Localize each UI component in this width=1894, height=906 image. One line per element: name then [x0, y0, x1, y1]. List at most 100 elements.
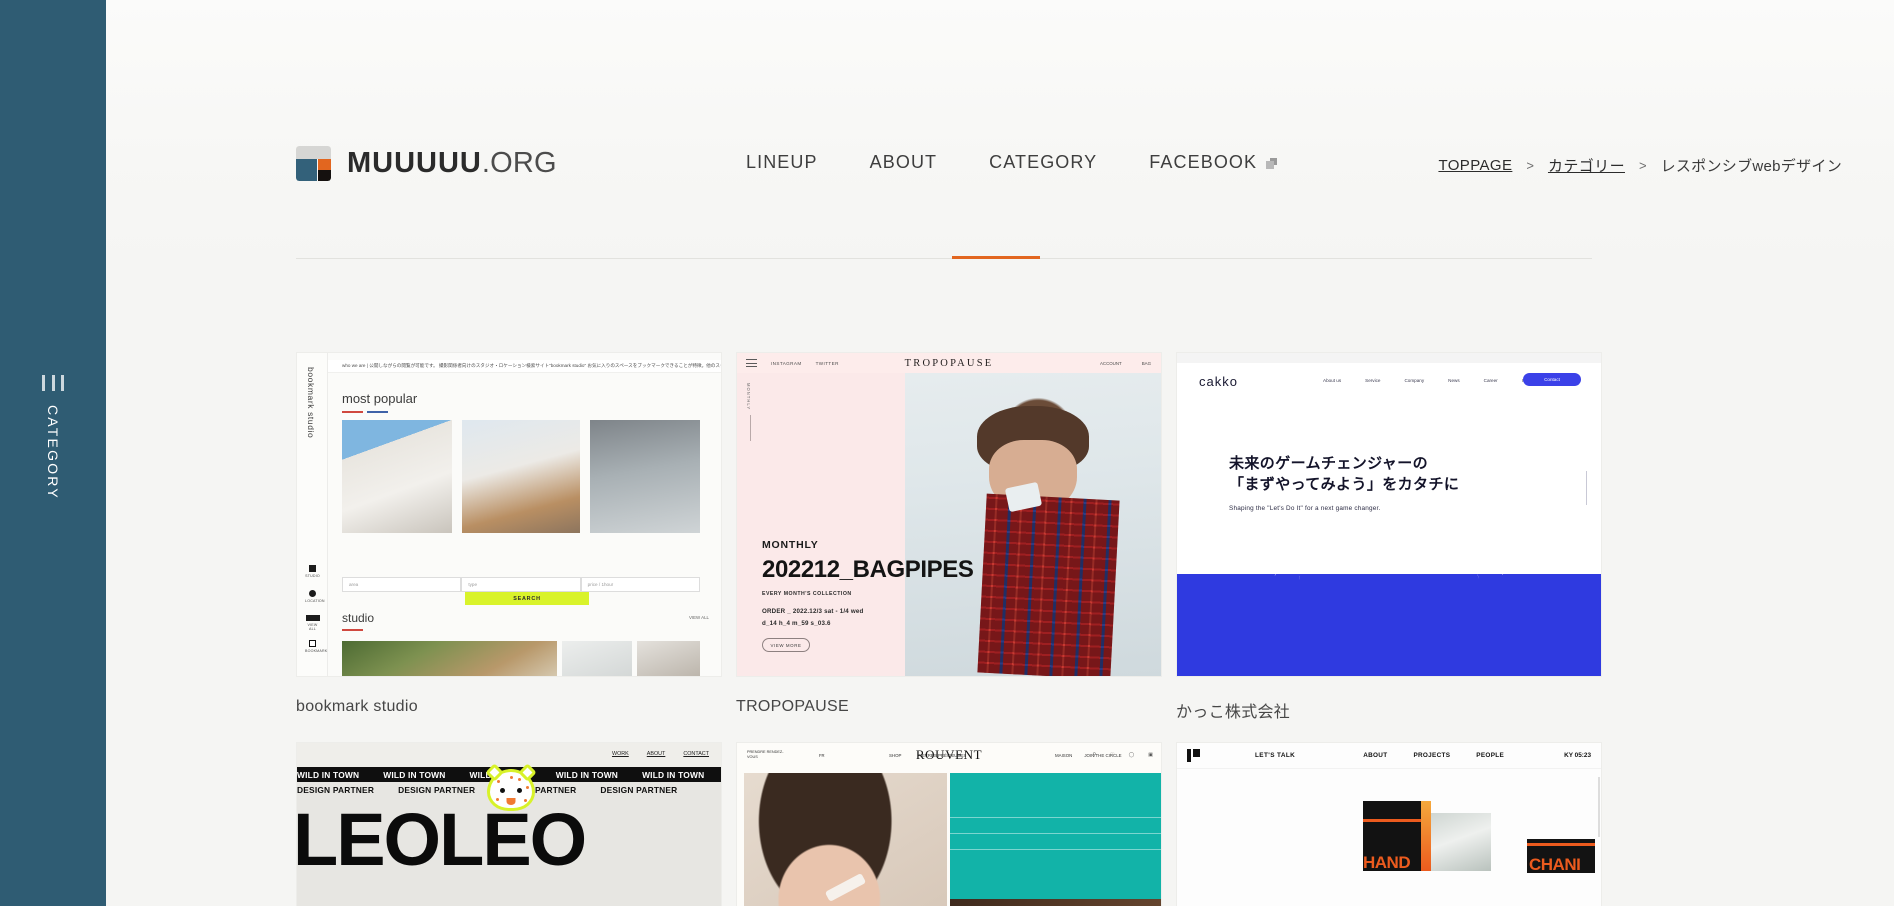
filter-area-select[interactable]: area — [342, 577, 462, 592]
nav-item-category[interactable]: CATEGORY — [989, 152, 1097, 173]
hamburger-icon[interactable] — [746, 359, 757, 367]
brand-name-tld: .ORG — [481, 147, 557, 179]
main-navigation[interactable]: LINEUP ABOUT CATEGORY FACEBOOK — [746, 152, 1278, 173]
location-icon: LOCATION — [305, 590, 325, 603]
nav-service[interactable]: Service — [1365, 378, 1380, 383]
preview-product-photo — [950, 773, 1161, 906]
hamburger-icon[interactable] — [42, 375, 64, 391]
nav-lets-talk[interactable]: LET'S TALK — [1255, 752, 1295, 759]
preview-search-button[interactable]: SEARCH — [465, 592, 589, 605]
preview-nav[interactable]: About us Service Company News Career IR — [1323, 378, 1526, 383]
site-card-caption: bookmark studio — [296, 698, 418, 715]
brand-logo[interactable]: MUUUUU.ORG — [296, 146, 557, 181]
site-card[interactable]: INSTAGRAM TWITTER TROPOPAUSE ACCOUNT BAG… — [736, 352, 1162, 722]
nav-twitter[interactable]: TWITTER — [816, 361, 839, 366]
breadcrumb-item-toppage[interactable]: TOPPAGE — [1438, 157, 1512, 174]
nav-news[interactable]: News — [1448, 378, 1460, 383]
site-thumbnail-tropopause[interactable]: INSTAGRAM TWITTER TROPOPAUSE ACCOUNT BAG… — [736, 352, 1162, 677]
preview-section-title: most popular — [342, 391, 418, 406]
filter-type-select[interactable]: type — [461, 577, 581, 592]
breadcrumb[interactable]: TOPPAGE > カテゴリー > レスポンシブwebデザイン — [1438, 155, 1842, 176]
nav-bag[interactable]: BAG — [1142, 361, 1151, 366]
site-thumbnail-kakko[interactable]: cakko About us Service Company News Care… — [1176, 352, 1602, 677]
category-sidebar[interactable]: CATEGORY — [0, 0, 106, 906]
nav-work[interactable]: WORK — [612, 751, 629, 757]
preview-scrollbar[interactable] — [1598, 777, 1600, 837]
active-tab-indicator — [952, 256, 1040, 259]
account-icon[interactable]: ◯ — [1129, 752, 1135, 758]
preview-photo — [342, 641, 557, 676]
nav-about[interactable]: ABOUT — [1363, 752, 1387, 759]
preview-photo: tokyoMUSTARD HOTEL SHIMOKITAZAWA — [462, 420, 580, 533]
site-header: MUUUUU.ORG LINEUP ABOUT CATEGORY FACEBOO… — [106, 0, 1894, 262]
preview-wordmark: LEOLEO — [296, 798, 587, 881]
preview-blue-band — [1177, 574, 1601, 676]
preview-spoon-photo — [1431, 813, 1491, 871]
site-card[interactable]: bookmark studio STUDIO LOCATION VIEW ALL… — [296, 352, 722, 722]
nav-about[interactable]: ABOUT — [647, 751, 666, 757]
site-card[interactable]: LET'S TALK ABOUT PROJECTS PEOPLE KY 05:2… — [1176, 742, 1602, 906]
nav-maison[interactable]: MAISON — [1055, 753, 1072, 758]
accent-dash-blue — [367, 411, 388, 413]
preview-logo: cakko — [1199, 374, 1238, 389]
nav-projects[interactable]: PROJECTS — [1413, 752, 1450, 759]
site-card[interactable]: WORK ABOUT CONTACT WILD IN TOWN WILD IN T… — [296, 742, 722, 906]
nav-item-about[interactable]: ABOUT — [870, 152, 938, 173]
site-card[interactable]: PRENDRE RENDEZ- VOUS FR SHOP PIERRES PRÉC… — [736, 742, 1162, 906]
category-sidebar-label: CATEGORY — [45, 405, 61, 500]
preview-photo: tokyoHU - SHIBUYA — [590, 420, 700, 533]
breadcrumb-item-category[interactable]: カテゴリー — [1548, 155, 1625, 176]
site-thumbnail-studio[interactable]: LET'S TALK ABOUT PROJECTS PEOPLE KY 05:2… — [1176, 742, 1602, 906]
preview-view-all-link[interactable]: VIEW ALL — [689, 615, 709, 620]
preview-side-line — [750, 415, 751, 441]
preview-topbar: LET'S TALK ABOUT PROJECTS PEOPLE KY 05:2… — [1177, 743, 1601, 769]
nav-instagram[interactable]: INSTAGRAM — [771, 361, 802, 366]
site-thumbnail-rouvent[interactable]: PRENDRE RENDEZ- VOUS FR SHOP PIERRES PRÉC… — [736, 742, 1162, 906]
nav-shop[interactable]: SHOP — [889, 753, 901, 758]
nav-about-us[interactable]: About us — [1323, 378, 1341, 383]
filter-price-select[interactable]: price / 1hour — [580, 577, 700, 592]
nav-people[interactable]: PEOPLE — [1476, 752, 1504, 759]
leopard-head-icon — [485, 763, 537, 811]
site-card[interactable]: cakko About us Service Company News Care… — [1176, 352, 1602, 722]
preview-eyebrow: MONTHLY — [762, 539, 819, 551]
preview-rail-title: bookmark studio — [306, 367, 316, 439]
preview-order-info: ORDER _ 2022.12/3 sat - 1/4 wed d_14 h_4… — [762, 606, 863, 630]
site-thumbnail-bookmark-studio[interactable]: bookmark studio STUDIO LOCATION VIEW ALL… — [296, 352, 722, 677]
preview-topbar-right[interactable]: ACCOUNT BAG — [1100, 361, 1151, 366]
bookmark-icon: BOOKMARK — [305, 640, 327, 653]
preview-icon-group[interactable]: ⚲ ♡ ◯ ▣ — [1093, 752, 1154, 758]
view-all-icon: VIEW ALL — [305, 615, 320, 631]
site-card-grid: bookmark studio STUDIO LOCATION VIEW ALL… — [296, 352, 1602, 906]
muuuuu-logo-icon — [296, 146, 331, 181]
nav-account[interactable]: ACCOUNT — [1100, 361, 1122, 366]
preview-topbar: WORK ABOUT CONTACT — [297, 743, 721, 767]
nav-company[interactable]: Company — [1404, 378, 1424, 383]
preview-browser-chrome — [1177, 353, 1601, 363]
nav-item-lineup[interactable]: LINEUP — [746, 152, 818, 173]
nav-item-facebook[interactable]: FACEBOOK — [1149, 152, 1278, 173]
preview-filter-row[interactable]: area type price / 1hour — [342, 577, 700, 592]
nav-career[interactable]: Career — [1484, 378, 1498, 383]
site-thumbnail-leoleo[interactable]: WORK ABOUT CONTACT WILD IN TOWN WILD IN T… — [296, 742, 722, 906]
language-selector[interactable]: FR — [819, 753, 825, 758]
preview-nav[interactable]: ABOUT PROJECTS PEOPLE — [1363, 752, 1504, 759]
preview-nav[interactable]: WORK ABOUT CONTACT — [612, 751, 709, 757]
site-card-caption: かっこ株式会社 — [1176, 704, 1291, 721]
preview-scroll-indicator — [1586, 471, 1587, 505]
preview-subtitle: EVERY MONTH'S COLLECTION — [762, 591, 852, 597]
preview-left-rail: bookmark studio STUDIO LOCATION VIEW ALL… — [297, 353, 328, 676]
heart-icon[interactable]: ♡ — [1110, 752, 1114, 758]
preview-notice-bar: who we are | 公開しながらの閲覧が可能です。 撮影関係者向けのスタジ… — [328, 360, 721, 373]
category-sidebar-inner[interactable]: CATEGORY — [0, 375, 106, 500]
bag-icon[interactable]: ▣ — [1148, 752, 1153, 758]
preview-view-more-button[interactable]: VIEW MORE — [762, 638, 810, 652]
nav-contact[interactable]: CONTACT — [683, 751, 709, 757]
preview-topbar: PRENDRE RENDEZ- VOUS FR SHOP PIERRES PRÉC… — [737, 743, 1161, 767]
preview-appointment-link[interactable]: PRENDRE RENDEZ- VOUS — [747, 750, 784, 760]
preview-subhead: Shaping the "Let's Do It" for a next gam… — [1229, 505, 1381, 512]
search-icon[interactable]: ⚲ — [1093, 752, 1097, 758]
nav-label: CATEGORY — [989, 152, 1098, 172]
preview-contact-button[interactable]: Contact — [1523, 373, 1581, 386]
breadcrumb-separator: > — [1526, 158, 1534, 173]
